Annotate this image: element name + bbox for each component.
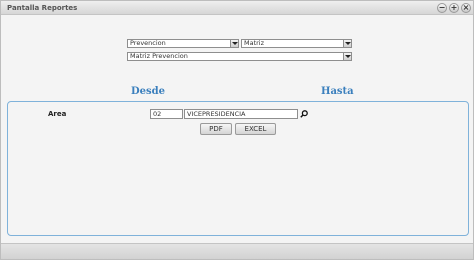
type-select[interactable]: Matriz [241,39,352,48]
report-window: Pantalla Reportes − + × Prevencion Matri… [0,0,474,260]
type-select-value: Matriz [244,39,265,47]
filter-panel [7,101,469,236]
chevron-down-icon[interactable] [343,53,351,60]
search-icon[interactable] [300,110,308,118]
maximize-button[interactable]: + [449,3,459,13]
window-title: Pantalla Reportes [7,4,78,12]
category-select-value: Prevencion [130,39,166,47]
area-code-field[interactable]: 02 [150,109,183,119]
chevron-down-icon[interactable] [343,40,351,47]
report-select-value: Matriz Prevencion [130,52,188,60]
minimize-button[interactable]: − [437,3,447,13]
report-select[interactable]: Matriz Prevencion [127,52,352,61]
area-name-field[interactable]: VICEPRESIDENCIA [184,109,298,119]
pdf-button[interactable]: PDF [200,123,232,135]
close-button[interactable]: × [461,3,471,13]
category-select[interactable]: Prevencion [127,39,239,48]
excel-button[interactable]: EXCEL [235,123,276,135]
to-heading: Hasta [321,86,354,97]
status-bar [1,243,473,259]
chevron-down-icon[interactable] [230,40,238,47]
from-heading: Desde [131,86,166,97]
area-label: Area [48,110,67,118]
title-bar: Pantalla Reportes − + × [1,1,473,15]
